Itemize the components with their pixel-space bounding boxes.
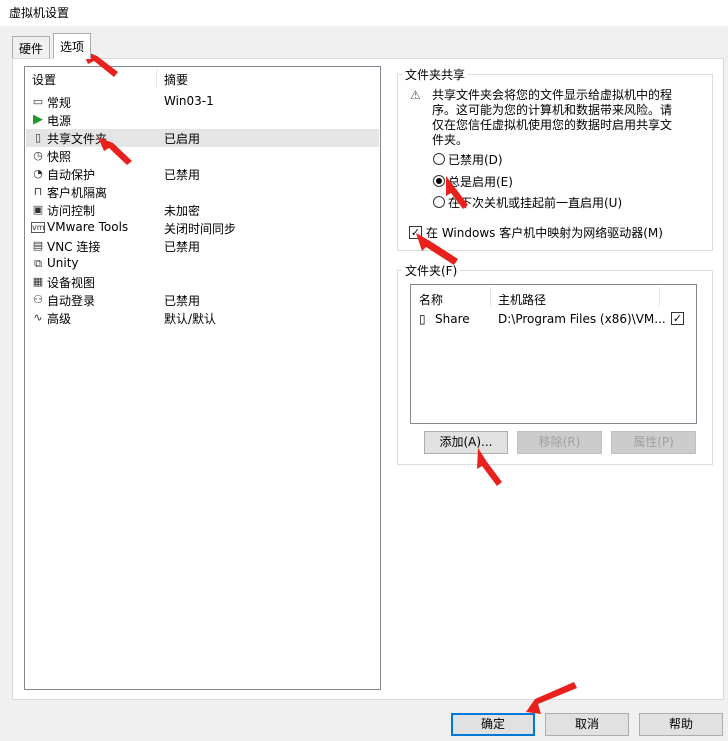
folder-row-name[interactable]: Share xyxy=(435,312,470,326)
remove-folder-button[interactable]: 移除(R) xyxy=(517,431,602,454)
settings-item-label: 自动登录 xyxy=(47,294,96,308)
settings-item-label: 快照 xyxy=(47,150,72,164)
users-icon: ⚇ xyxy=(33,293,43,306)
help-button[interactable]: 帮助 xyxy=(639,713,723,736)
settings-item-summary: 已禁用 xyxy=(164,240,201,254)
settings-item-label: Unity xyxy=(47,256,79,270)
column-header-host-path[interactable]: 主机路径 xyxy=(498,291,546,308)
folder-row-path[interactable]: D:\Program Files (x86)\VM... xyxy=(498,312,666,326)
settings-item-label: 设备视图 xyxy=(47,276,96,290)
radio-disabled[interactable] xyxy=(433,153,445,165)
settings-item-autologin[interactable]: ⚇ 自动登录 已禁用 xyxy=(26,291,379,309)
tab-hardware[interactable]: 硬件 xyxy=(12,36,51,58)
vm-icon: vm xyxy=(31,222,45,233)
settings-item-label: 访问控制 xyxy=(47,204,96,218)
folders-group-title: 文件夹(F) xyxy=(402,262,461,279)
settings-item-label: 电源 xyxy=(47,114,72,128)
window-title: 虚拟机设置 xyxy=(9,6,70,20)
tab-options[interactable]: 选项 xyxy=(53,33,92,59)
settings-item-label: VMware Tools xyxy=(47,220,129,234)
add-folder-button[interactable]: 添加(A)... xyxy=(424,431,508,454)
folder-row-enabled-checkbox[interactable]: ✓ xyxy=(671,312,684,325)
folder-sharing-title: 文件夹共享 xyxy=(402,66,469,83)
warning-icon: ⚠ xyxy=(410,88,421,102)
settings-item-guest-isolation[interactable]: ⊓ 客户机隔离 xyxy=(26,183,379,201)
map-network-drive-checkbox[interactable]: ✓ xyxy=(409,226,422,239)
clock-icon: ◔ xyxy=(33,167,43,180)
settings-item-vmware-tools[interactable]: vm VMware Tools 关闭时间同步 xyxy=(26,219,379,237)
column-header-summary[interactable]: 摘要 xyxy=(164,71,188,88)
settings-item-unity[interactable]: ⧉ Unity xyxy=(26,255,379,273)
settings-item-autoprotect[interactable]: ◔ 自动保护 已禁用 xyxy=(26,165,379,183)
ok-button[interactable]: 确定 xyxy=(451,713,535,736)
settings-item-advanced[interactable]: ∿ 高级 默认/默认 xyxy=(26,309,379,327)
snapshot-icon: ◷ xyxy=(33,149,43,162)
radio-until-poweroff[interactable] xyxy=(433,196,445,208)
column-header-setting[interactable]: 设置 xyxy=(32,71,56,88)
settings-item-summary: 关闭时间同步 xyxy=(164,222,237,236)
folder-table[interactable]: 名称 主机路径 ▯ Share D:\Program Files (x86)\V… xyxy=(410,284,697,424)
settings-item-label: 高级 xyxy=(47,312,72,326)
play-icon: ▶ xyxy=(33,112,43,127)
radio-always-enabled-label[interactable]: 总是启用(E) xyxy=(448,173,513,190)
settings-item-device-view[interactable]: ▦ 设备视图 xyxy=(26,273,379,291)
settings-item-summary: 已禁用 xyxy=(164,294,201,308)
radio-disabled-label[interactable]: 已禁用(D) xyxy=(448,151,503,168)
radio-until-poweroff-label[interactable]: 在下次关机或挂起前一直启用(U) xyxy=(448,194,622,211)
settings-item-shared-folders[interactable]: ▯ 共享文件夹 已启用 xyxy=(26,129,379,147)
column-separator xyxy=(490,287,491,307)
settings-item-access-control[interactable]: ▣ 访问控制 未加密 xyxy=(26,201,379,219)
map-network-drive-label[interactable]: 在 Windows 客户机中映射为网络驱动器(M) xyxy=(426,224,663,241)
shared-folder-icon: ▯ xyxy=(34,131,42,144)
settings-item-summary: 已禁用 xyxy=(164,168,201,182)
lock-icon: ⊓ xyxy=(33,185,43,198)
settings-item-summary: 未加密 xyxy=(164,204,201,218)
settings-item-label: 客户机隔离 xyxy=(47,186,108,200)
device-view-icon: ▦ xyxy=(32,275,44,288)
column-separator xyxy=(156,69,157,87)
folder-properties-button[interactable]: 属性(P) xyxy=(611,431,696,454)
settings-item-label: 共享文件夹 xyxy=(47,132,108,146)
column-separator xyxy=(659,287,660,307)
cancel-button[interactable]: 取消 xyxy=(545,713,629,736)
unity-icon: ⧉ xyxy=(34,257,42,270)
monitor-icon: ▭ xyxy=(32,95,44,108)
radio-always-enabled[interactable] xyxy=(433,175,445,187)
settings-item-vnc[interactable]: ▤ VNC 连接 已禁用 xyxy=(26,237,379,255)
advanced-icon: ∿ xyxy=(33,311,43,324)
settings-item-snapshot[interactable]: ◷ 快照 xyxy=(26,147,379,165)
settings-item-summary: 已启用 xyxy=(164,132,201,146)
settings-item-summary: 默认/默认 xyxy=(164,312,217,326)
settings-item-label: VNC 连接 xyxy=(47,240,101,254)
access-control-icon: ▣ xyxy=(32,203,44,216)
settings-item-general[interactable]: ▭ 常规 Win03-1 xyxy=(26,93,379,111)
settings-item-label: 自动保护 xyxy=(47,168,96,182)
warning-text: 共享文件夹会将您的文件显示给虚拟机中的程序。这可能为您的计算机和数据带来风险。请… xyxy=(432,88,673,147)
settings-item-label: 常规 xyxy=(47,96,72,110)
settings-item-power[interactable]: ▶ 电源 xyxy=(26,111,379,129)
title-bar xyxy=(0,0,728,26)
column-header-name[interactable]: 名称 xyxy=(419,291,443,308)
settings-item-summary: Win03-1 xyxy=(164,94,214,108)
vnc-icon: ▤ xyxy=(32,239,44,252)
settings-list[interactable]: 设置 摘要 ▭ 常规 Win03-1 ▶ 电源 ▯ 共享文件夹 已启用 ◷ 快照… xyxy=(24,66,381,690)
shared-folder-icon: ▯ xyxy=(419,312,426,326)
